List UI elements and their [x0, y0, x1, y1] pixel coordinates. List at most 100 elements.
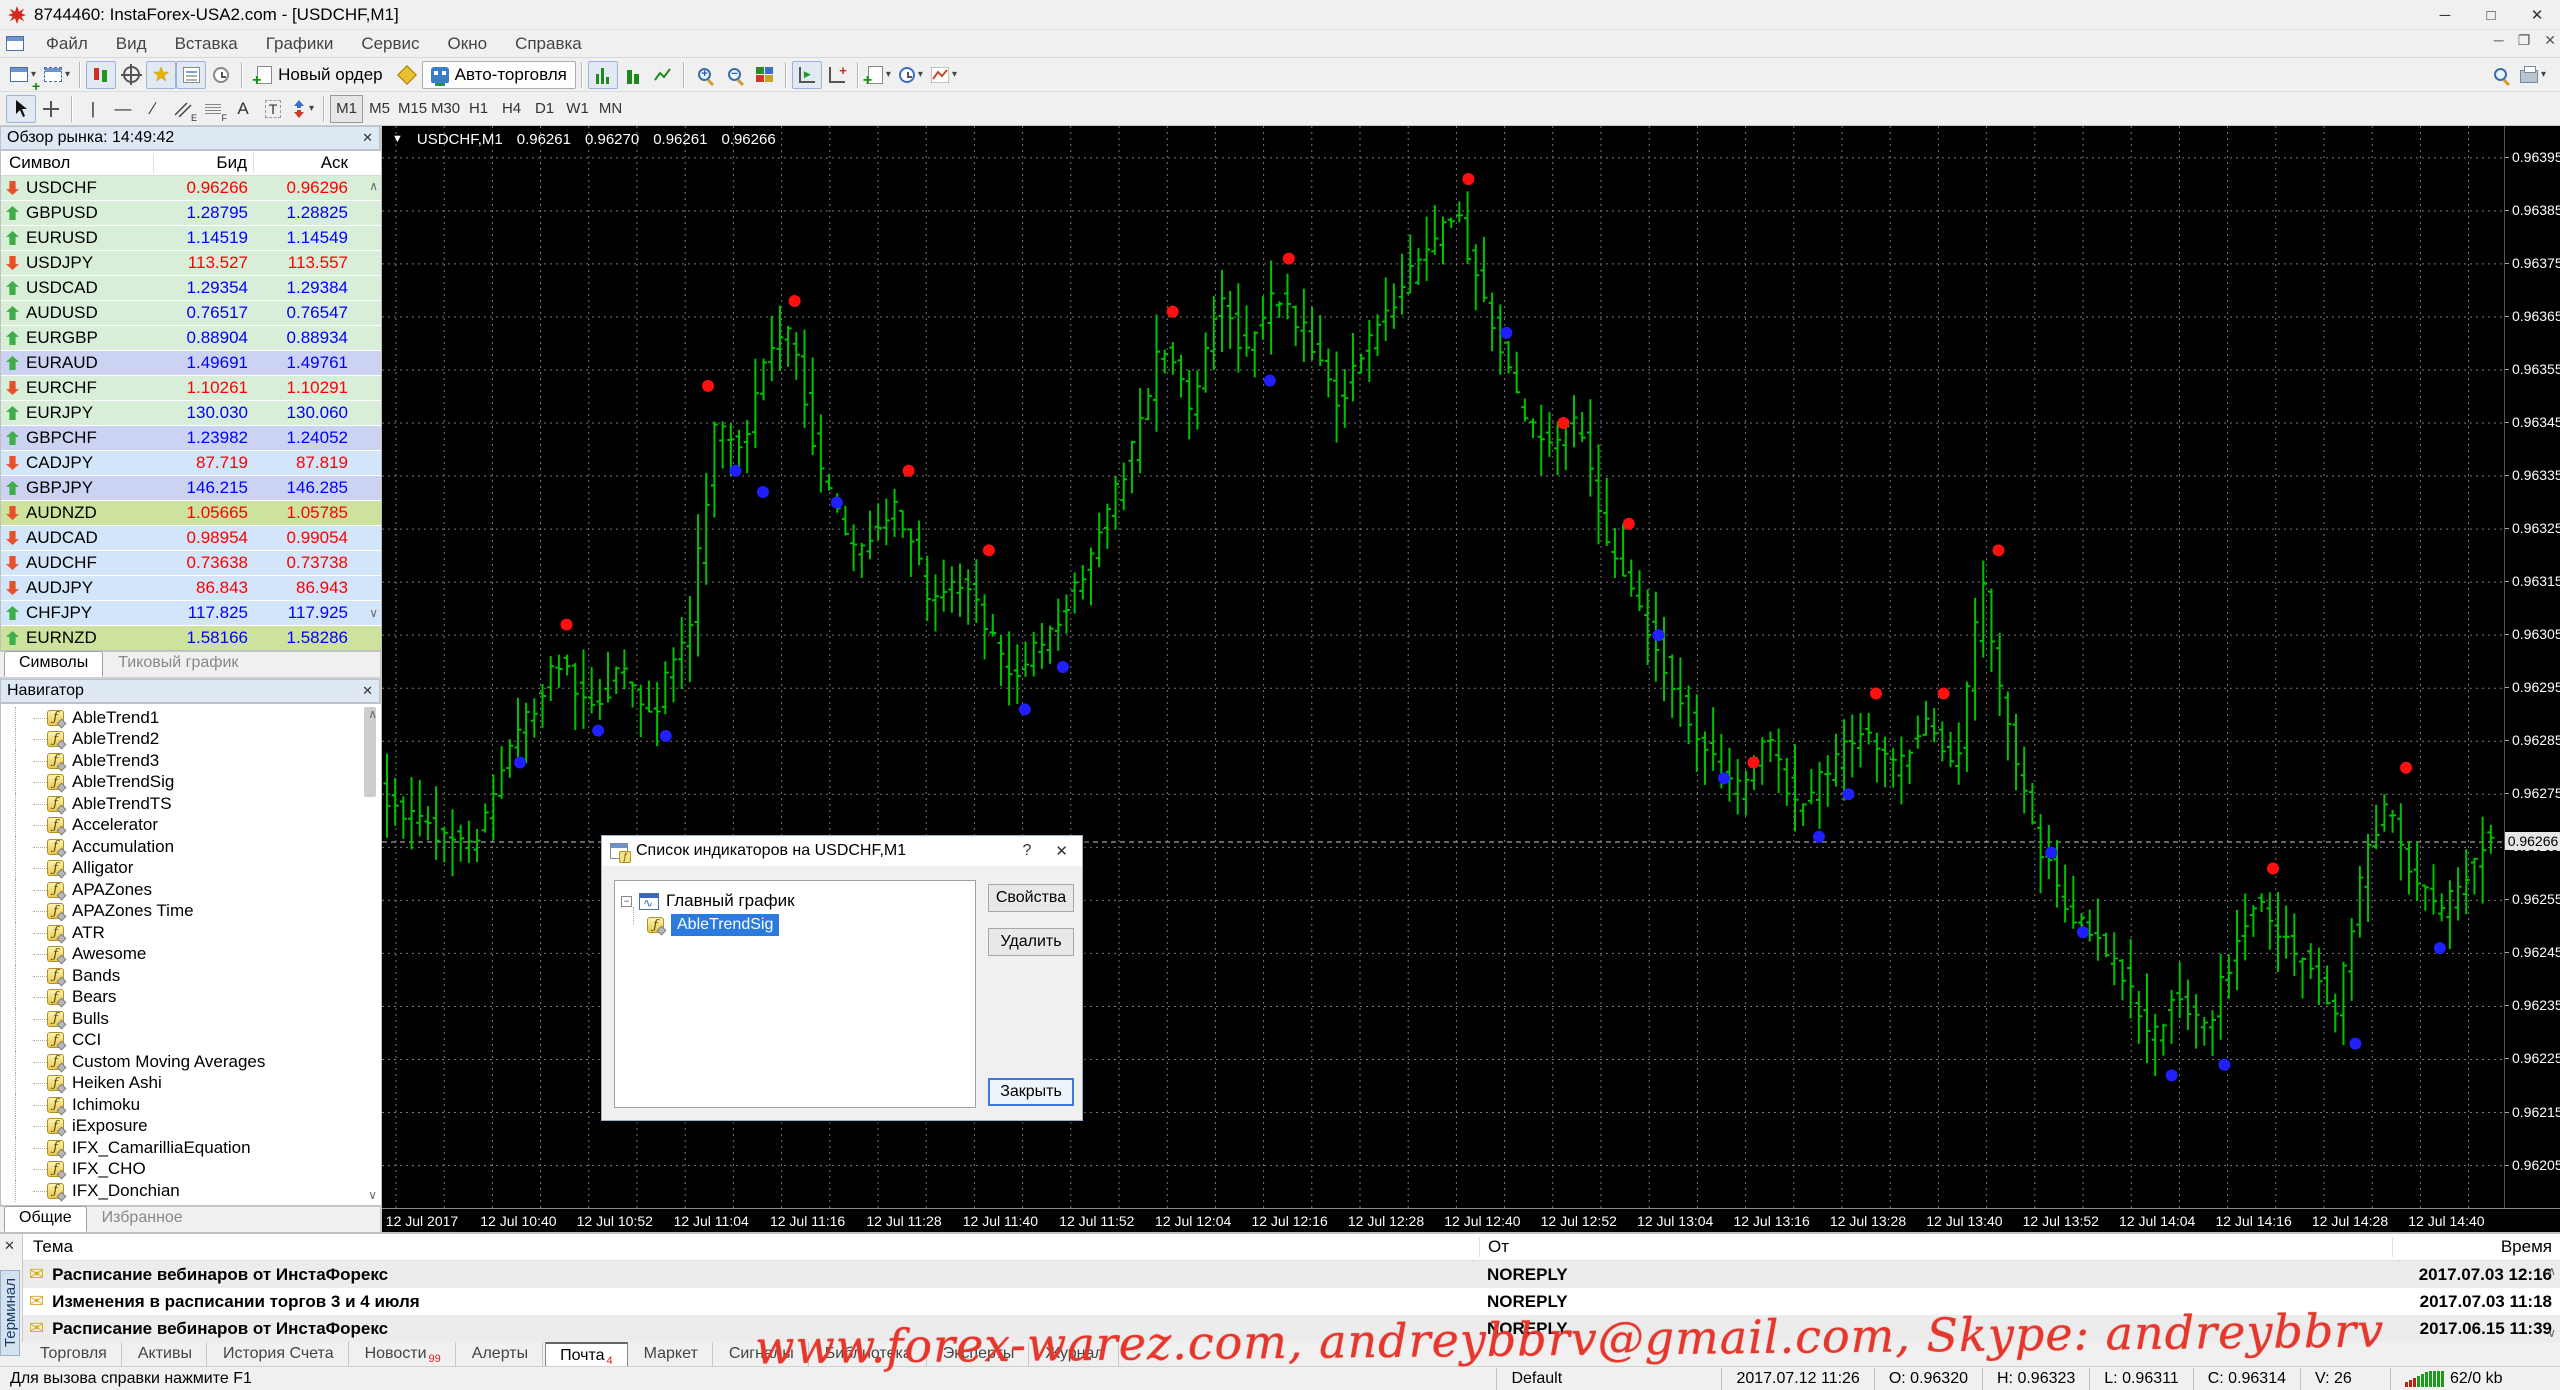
navigator-item-CCI[interactable]: ƒCCI [1, 1030, 381, 1052]
navigator-item-AbleTrendTS[interactable]: ƒAbleTrendTS [1, 793, 381, 815]
navigator-item-APAZones[interactable]: ƒAPAZones [1, 879, 381, 901]
column-subject[interactable]: Тема [23, 1237, 1479, 1257]
bar-chart-mode-button[interactable] [588, 61, 618, 89]
column-from[interactable]: От [1479, 1237, 2392, 1257]
selected-indicator-label[interactable]: AbleTrendSig [671, 914, 779, 936]
market-watch-row-CHFJPY[interactable]: CHFJPY117.825117.925 [1, 601, 381, 626]
navigator-scroll-up-icon[interactable]: ∧ [368, 707, 377, 721]
mdi-minimize-button[interactable]: ─ [2494, 32, 2504, 49]
navigator-item-Custom Moving Averages[interactable]: ƒCustom Moving Averages [1, 1051, 381, 1073]
search-button[interactable] [2486, 61, 2516, 89]
timeframe-M1[interactable]: M1 [330, 95, 363, 123]
time-axis[interactable]: 12 Jul 201712 Jul 10:4012 Jul 10:5212 Ju… [382, 1208, 2560, 1232]
auto-scroll-button[interactable] [792, 61, 822, 89]
tab-Избранное[interactable]: Избранное [87, 1206, 198, 1232]
zoom-in-button[interactable]: + [690, 61, 720, 89]
timeframe-M15[interactable]: M15 [396, 95, 429, 123]
market-watch-row-AUDCHF[interactable]: AUDCHF0.736380.73738 [1, 551, 381, 576]
market-watch-row-GBPCHF[interactable]: GBPCHF1.239821.24052 [1, 426, 381, 451]
navigator-item-IFX_CHO[interactable]: ƒIFX_CHO [1, 1159, 381, 1181]
tree-collapse-icon[interactable]: − [621, 896, 632, 907]
market-watch-row-CADJPY[interactable]: CADJPY87.71987.819 [1, 451, 381, 476]
navigator-item-iExposure[interactable]: ƒiExposure [1, 1116, 381, 1138]
timeframe-M30[interactable]: M30 [429, 95, 462, 123]
market-watch-row-AUDJPY[interactable]: AUDJPY86.84386.943 [1, 576, 381, 601]
market-watch-row-EURCHF[interactable]: EURCHF1.102611.10291 [1, 376, 381, 401]
navigator-item-Awesome[interactable]: ƒAwesome [1, 944, 381, 966]
line-chart-mode-button[interactable] [648, 61, 678, 89]
market-watch-scroll-down-icon[interactable]: ∨ [369, 606, 378, 620]
menu-Окно[interactable]: Окно [434, 31, 502, 56]
dialog-title-bar[interactable]: Список индикаторов на USDCHF,M1 ? ✕ [602, 836, 1082, 866]
navigator-close-icon[interactable]: ✕ [362, 683, 373, 699]
navigator-item-Ichimoku[interactable]: ƒIchimoku [1, 1094, 381, 1116]
status-profile[interactable]: Default [1496, 1368, 1721, 1390]
market-watch-row-AUDNZD[interactable]: AUDNZD1.056651.05785 [1, 501, 381, 526]
column-time[interactable]: Время [2392, 1237, 2560, 1257]
column-bid[interactable]: Бид [154, 153, 254, 173]
mail-row[interactable]: ✉Расписание вебинаров от ИнстаФорексNORE… [23, 1261, 2560, 1288]
navigator-item-AbleTrend1[interactable]: ƒAbleTrend1 [1, 707, 381, 729]
periods-button[interactable]: ▾ [895, 61, 927, 89]
tree-child-row[interactable]: ƒ AbleTrendSig [647, 913, 969, 937]
horizontal-line-tool-button[interactable]: — [108, 95, 138, 123]
column-symbol[interactable]: Символ [1, 153, 154, 173]
strategy-tester-button[interactable] [206, 61, 236, 89]
menu-Сервис[interactable]: Сервис [347, 31, 433, 56]
fibonacci-tool-button[interactable]: F [198, 95, 228, 123]
terminal-side-tab[interactable]: Терминал [0, 1270, 20, 1356]
market-watch-row-GBPUSD[interactable]: GBPUSD1.287951.28825 [1, 201, 381, 226]
navigator-item-Bands[interactable]: ƒBands [1, 965, 381, 987]
channel-tool-button[interactable]: E [168, 95, 198, 123]
properties-button[interactable]: Свойства [988, 884, 1074, 912]
terminal-scroll-down-icon[interactable]: ∨ [2547, 1326, 2556, 1340]
vertical-line-tool-button[interactable]: | [78, 95, 108, 123]
tab-Общие[interactable]: Общие [4, 1206, 87, 1232]
navigator-scrollbar[interactable] [364, 707, 378, 1202]
navigator-item-AbleTrend3[interactable]: ƒAbleTrend3 [1, 750, 381, 772]
metaeditor-button[interactable] [392, 61, 422, 89]
terminal-tab-Алерты[interactable]: Алерты [458, 1342, 543, 1366]
terminal-tab-Новости[interactable]: Новости99 [351, 1342, 456, 1368]
navigator-item-Bulls[interactable]: ƒBulls [1, 1008, 381, 1030]
market-watch-row-USDCHF[interactable]: USDCHF0.962660.96296 [1, 176, 381, 201]
navigator-item-Accelerator[interactable]: ƒAccelerator [1, 815, 381, 837]
navigator-item-Bears[interactable]: ƒBears [1, 987, 381, 1009]
terminal-toggle-button[interactable] [176, 61, 206, 89]
market-watch-scroll-up-icon[interactable]: ∧ [369, 179, 378, 193]
chart-shift-button[interactable] [822, 61, 852, 89]
navigator-item-Accumulation[interactable]: ƒAccumulation [1, 836, 381, 858]
navigator-item-APAZones Time[interactable]: ƒAPAZones Time [1, 901, 381, 923]
crosshair-tool-button[interactable] [36, 95, 66, 123]
market-watch-toggle-button[interactable] [86, 61, 116, 89]
window-maximize-button[interactable]: □ [2468, 0, 2514, 30]
text-label-tool-button[interactable]: T [258, 95, 288, 123]
market-watch-row-USDJPY[interactable]: USDJPY113.527113.557 [1, 251, 381, 276]
delete-button[interactable]: Удалить [988, 928, 1074, 956]
close-button[interactable]: Закрыть [988, 1078, 1074, 1106]
auto-trading-button[interactable]: Авто-торговля [422, 61, 576, 89]
text-tool-button[interactable]: A [228, 95, 258, 123]
navigator-item-IFX_Donchian[interactable]: ƒIFX_Donchian [1, 1180, 381, 1202]
tree-root-row[interactable]: − Главный график [621, 889, 969, 913]
timeframe-MN[interactable]: MN [594, 95, 627, 123]
menu-Графики[interactable]: Графики [252, 31, 348, 56]
timeframe-W1[interactable]: W1 [561, 95, 594, 123]
market-watch-row-USDCAD[interactable]: USDCAD1.293541.29384 [1, 276, 381, 301]
menu-Справка[interactable]: Справка [501, 31, 596, 56]
terminal-close-icon[interactable]: ✕ [4, 1238, 15, 1254]
window-minimize-button[interactable]: ─ [2422, 0, 2468, 30]
cursor-tool-button[interactable] [6, 95, 36, 123]
data-window-button[interactable] [116, 61, 146, 89]
navigator-item-AbleTrend2[interactable]: ƒAbleTrend2 [1, 729, 381, 751]
mdi-restore-button[interactable]: ❐ [2518, 32, 2531, 49]
navigator-toggle-button[interactable]: ★ [146, 61, 176, 89]
arrows-tool-button[interactable]: ▾ [288, 95, 318, 123]
navigator-item-Alligator[interactable]: ƒAlligator [1, 858, 381, 880]
timeframe-H4[interactable]: H4 [495, 95, 528, 123]
navigator-item-ATR[interactable]: ƒATR [1, 922, 381, 944]
terminal-tab-История Счета[interactable]: История Счета [209, 1342, 349, 1366]
navigator-item-IFX_CamarilliaEquation[interactable]: ƒIFX_CamarilliaEquation [1, 1137, 381, 1159]
navigator-scroll-down-icon[interactable]: ∨ [368, 1188, 377, 1202]
timeframe-M5[interactable]: M5 [363, 95, 396, 123]
